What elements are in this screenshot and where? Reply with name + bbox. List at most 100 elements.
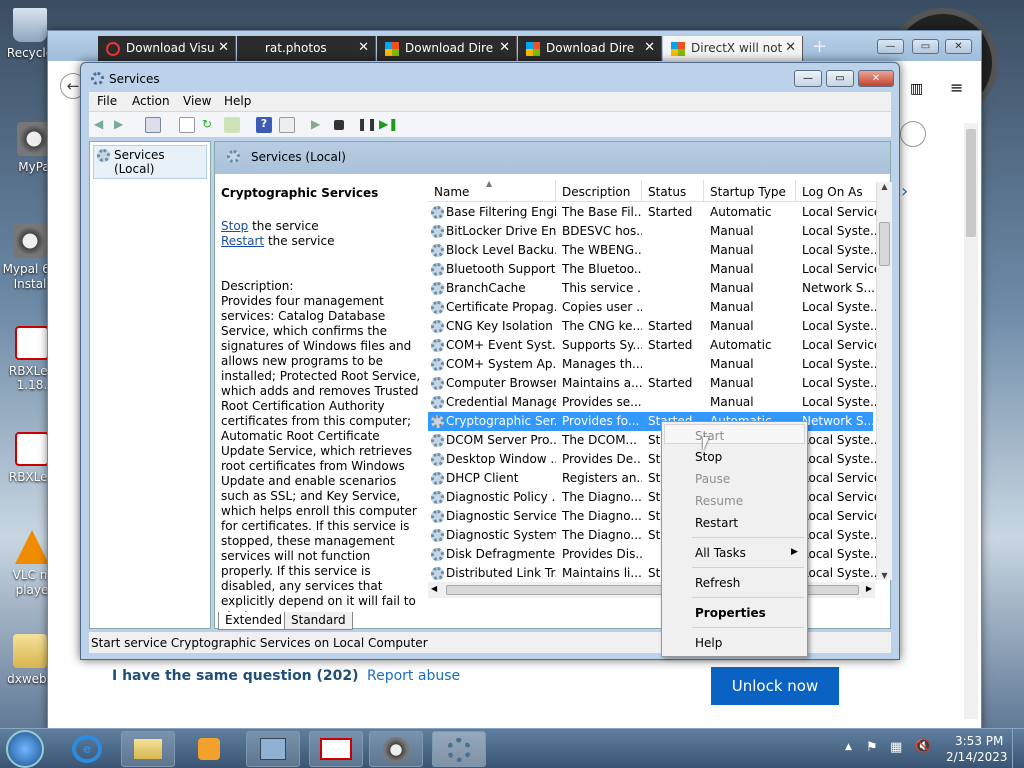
- menu-item-refresh[interactable]: Refresh: [695, 576, 740, 590]
- scrollbar-thumb[interactable]: [879, 222, 890, 266]
- unlock-now-button[interactable]: Unlock now: [711, 667, 839, 705]
- clock-date[interactable]: 2/14/2023: [946, 750, 1008, 764]
- clock-time[interactable]: 3:53 PM: [955, 734, 1003, 748]
- table-row[interactable]: Credential Manager Provides se... Manual Lo…: [428, 393, 876, 412]
- minimize-button[interactable]: —: [877, 39, 904, 54]
- browser-tab[interactable]: Download Visu ✕: [98, 36, 236, 61]
- cell-startup-type: Manual: [710, 395, 754, 409]
- list-vertical-scrollbar[interactable]: ▲ ▼: [876, 182, 892, 580]
- menu-item-properties[interactable]: Properties: [695, 606, 766, 620]
- table-row[interactable]: Computer Browser Maintains a... Started Man…: [428, 374, 876, 393]
- scroll-right-icon[interactable]: ▶: [866, 584, 872, 593]
- new-tab-button[interactable]: +: [812, 36, 827, 57]
- column-header-startup-type[interactable]: Startup Type: [704, 180, 796, 202]
- menu-item-resume[interactable]: Resume: [695, 494, 743, 508]
- scroll-up-icon[interactable]: ▲: [877, 182, 892, 191]
- console-tree-icon[interactable]: [145, 117, 161, 133]
- table-row[interactable]: COM+ Event Syst... Supports Sy... Started A…: [428, 336, 876, 355]
- menu-item-all-tasks[interactable]: All Tasks: [695, 546, 746, 560]
- menu-help[interactable]: Help: [224, 94, 251, 108]
- taskbar-explorer[interactable]: [121, 731, 175, 767]
- network-icon[interactable]: ▦: [890, 740, 902, 755]
- taskbar-computer-management[interactable]: [246, 731, 300, 767]
- close-tab-icon[interactable]: ✕: [218, 40, 229, 55]
- sidebar-icon[interactable]: ▥: [910, 81, 923, 97]
- ie-icon[interactable]: e: [72, 735, 102, 763]
- cell-log-on-as: Local Service: [802, 262, 876, 276]
- forward-arrow-icon[interactable]: ▶: [114, 117, 130, 133]
- volume-muted-icon[interactable]: 🔇: [915, 739, 931, 754]
- chevron-right-icon[interactable]: ›: [901, 181, 908, 202]
- menu-item-restart[interactable]: Restart: [695, 516, 738, 530]
- show-hidden-icons[interactable]: ▲: [845, 742, 852, 752]
- menu-action[interactable]: Action: [132, 94, 170, 108]
- menu-item-help[interactable]: Help: [695, 636, 722, 650]
- show-desktop-button[interactable]: [1012, 729, 1024, 768]
- cell-description: Provides De...: [562, 452, 642, 466]
- export-list-icon[interactable]: [224, 117, 240, 133]
- close-tab-icon[interactable]: ✕: [644, 40, 655, 55]
- menu-item-stop[interactable]: Stop: [695, 450, 722, 464]
- menu-item-pause[interactable]: Pause: [695, 472, 730, 486]
- stop-service-icon[interactable]: [334, 120, 344, 130]
- close-button[interactable]: ✕: [858, 70, 894, 87]
- stop-service-link[interactable]: Stop: [221, 219, 248, 233]
- properties-icon[interactable]: [179, 117, 195, 133]
- table-row[interactable]: COM+ System Ap... Manages th... Manual Loca…: [428, 355, 876, 374]
- browser-tab[interactable]: Download Dire ✕: [518, 36, 662, 61]
- maximize-button[interactable]: ▭: [826, 70, 854, 87]
- restart-service-link[interactable]: Restart: [221, 234, 264, 248]
- close-button[interactable]: ✕: [945, 39, 972, 54]
- taskbar-mypal[interactable]: [369, 731, 423, 767]
- report-abuse-link[interactable]: Report abuse: [367, 668, 460, 684]
- menu-item-start[interactable]: Start: [695, 429, 724, 443]
- maximize-button[interactable]: ▭: [912, 39, 939, 54]
- raccoon-icon: [13, 224, 47, 258]
- table-row[interactable]: Bluetooth Support... The Bluetoo... Manual…: [428, 260, 876, 279]
- refresh-icon[interactable]: ↻: [202, 117, 218, 133]
- minimize-button[interactable]: —: [794, 70, 822, 87]
- browser-tab-active[interactable]: DirectX will not ✕: [663, 36, 803, 61]
- page-scrollbar[interactable]: [964, 123, 978, 719]
- show-hide-action-icon[interactable]: [279, 117, 295, 133]
- column-header-description[interactable]: Description: [556, 180, 642, 202]
- table-row[interactable]: CNG Key Isolation The CNG ke... Started Man…: [428, 317, 876, 336]
- menu-file[interactable]: File: [97, 94, 117, 108]
- start-button[interactable]: [6, 730, 44, 768]
- close-tab-icon[interactable]: ✕: [785, 40, 796, 55]
- tab-extended[interactable]: Extended: [218, 612, 289, 630]
- table-row[interactable]: BitLocker Drive En... BDESVC hos... Manual…: [428, 222, 876, 241]
- same-question-link[interactable]: I have the same question (202): [112, 668, 359, 684]
- column-header-status[interactable]: Status: [642, 180, 704, 202]
- scroll-down-icon[interactable]: ▼: [877, 571, 892, 580]
- tree-item-services-local[interactable]: Services (Local): [93, 145, 207, 179]
- close-tab-icon[interactable]: ✕: [358, 40, 369, 55]
- pause-service-icon[interactable]: ❚❚: [357, 117, 377, 133]
- account-icon[interactable]: [900, 121, 926, 147]
- flag-icon[interactable]: ⚑: [866, 740, 878, 755]
- taskbar-media-player[interactable]: [183, 731, 237, 767]
- tab-standard[interactable]: Standard: [284, 612, 353, 630]
- help-icon[interactable]: ?: [256, 117, 272, 133]
- scroll-left-icon[interactable]: ◀: [431, 584, 437, 593]
- table-row[interactable]: Block Level Backu... The WBENG... Manual Lo…: [428, 241, 876, 260]
- column-header-name[interactable]: Name ▲: [428, 180, 556, 202]
- start-service-icon[interactable]: ▶: [311, 117, 327, 133]
- gear-icon: [431, 548, 444, 561]
- menu-icon[interactable]: ≡: [950, 78, 963, 97]
- table-row[interactable]: Base Filtering Engi... The Base Fil... Sta…: [428, 203, 876, 222]
- menu-view[interactable]: View: [183, 94, 211, 108]
- table-row[interactable]: Certificate Propag... Copies user ... Manu…: [428, 298, 876, 317]
- browser-tab[interactable]: Download Dire ✕: [377, 36, 517, 61]
- back-arrow-icon[interactable]: ◀: [94, 117, 110, 133]
- close-tab-icon[interactable]: ✕: [499, 40, 510, 55]
- taskbar-rbxlegacy[interactable]: [309, 731, 363, 767]
- menu-separator: [692, 537, 804, 538]
- taskbar-services[interactable]: [432, 731, 486, 767]
- gear-icon: [431, 567, 444, 580]
- table-row[interactable]: BranchCache This service ... Manual Network…: [428, 279, 875, 298]
- browser-tab[interactable]: rat.photos ✕: [237, 36, 376, 61]
- restart-service-icon[interactable]: ▶❚: [379, 117, 398, 133]
- scrollbar-thumb[interactable]: [966, 129, 976, 237]
- page-icon: [245, 42, 259, 56]
